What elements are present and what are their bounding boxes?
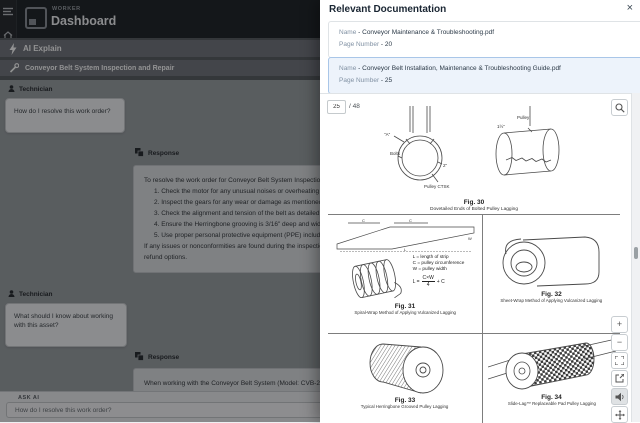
fig30-drawing: "A" Pulley 1½" Bolts 2" Pulley CTSK <box>354 106 594 198</box>
fig30-number: Fig. 30 <box>464 199 485 206</box>
open-external-button[interactable] <box>611 370 628 387</box>
document-1-page-line: Page Number - 20 <box>339 39 640 51</box>
fig31-label-c2: C <box>409 218 412 223</box>
fig31-panel: C C W L <box>328 214 483 333</box>
fig33-panel: Fig. 33 Typical Herringbone Grooved Pull… <box>328 333 483 423</box>
fig30-label-a: "A" <box>384 132 391 137</box>
doc-2-page-label: Page Number <box>339 77 379 84</box>
fig34-caption: Slide-Lag™ Replaceable Pad Pulley Laggin… <box>507 402 595 407</box>
fig33-drawing <box>357 338 453 396</box>
relevant-documentation-panel: Relevant Documentation × Name - Conveyor… <box>320 0 640 422</box>
speaker-icon <box>615 392 625 402</box>
fig31-label-l: L <box>404 247 407 252</box>
search-icon <box>615 103 625 113</box>
fig34-drawing <box>488 337 616 393</box>
fig33-34-row: Fig. 33 Typical Herringbone Grooved Pull… <box>328 333 620 423</box>
fig31-number: Fig. 31 <box>395 303 416 310</box>
fig31-formula-denominator: 4 <box>427 282 430 288</box>
fig31-formula-tail: + C <box>437 279 445 285</box>
page-total: / 48 <box>349 103 360 110</box>
pdf-viewer: "A" Pulley 1½" Bolts 2" Pulley CTSK Fig.… <box>320 93 640 423</box>
document-card-1[interactable]: Name - Conveyor Maintenance & Troublesho… <box>328 21 640 58</box>
plus-icon: + <box>617 320 622 329</box>
fig30-label-dim2: 2" <box>443 163 448 168</box>
fig31-label-w: W <box>468 236 472 241</box>
pan-button[interactable] <box>611 406 628 423</box>
fig32-caption: Sheet-Wrap Method of Applying Vulcanized… <box>501 299 603 304</box>
viewer-scroll-thumb[interactable] <box>634 247 638 259</box>
fig31-caption: Spiral-Wrap Method of Applying Vulcanize… <box>354 311 456 316</box>
document-2-name-line: Name - Conveyor Belt Installation, Maint… <box>339 63 640 75</box>
fig31-label-c1: C <box>362 218 365 223</box>
doc-1-page-value: - 20 <box>381 41 392 48</box>
external-link-icon <box>615 374 624 383</box>
document-2-page-line: Page Number - 25 <box>339 75 640 87</box>
fig31-32-row: C C W L <box>328 214 620 334</box>
fullscreen-icon <box>615 356 624 365</box>
fig32-number: Fig. 32 <box>541 291 562 298</box>
doc-1-page-label: Page Number <box>339 41 379 48</box>
move-icon <box>615 410 625 420</box>
fig33-number: Fig. 33 <box>395 397 416 404</box>
fig30-label-bolts: Bolts <box>390 151 401 156</box>
fig32-drawing <box>497 230 607 290</box>
fig31-pulley-drawing <box>346 254 408 302</box>
doc-1-name-label: Name <box>339 29 356 36</box>
fig30-panel: "A" Pulley 1½" Bolts 2" Pulley CTSK Fig.… <box>328 94 620 215</box>
read-aloud-button[interactable] <box>611 388 628 405</box>
viewer-scrollbar[interactable] <box>631 93 640 422</box>
fig30-label-ctsk: Pulley CTSK <box>424 184 450 189</box>
doc-2-name-value: - Conveyor Belt Installation, Maintenanc… <box>358 65 561 72</box>
doc-2-page-value: - 25 <box>381 77 392 84</box>
pdf-page: "A" Pulley 1½" Bolts 2" Pulley CTSK Fig.… <box>328 94 620 423</box>
fig30-caption: Dovetailed Ends of Bolted Pulley Lagging <box>430 207 518 212</box>
fig34-number: Fig. 34 <box>541 394 562 401</box>
fig31-legend-block: L = length of strip C = pulley circumfer… <box>413 254 465 288</box>
page-number-input[interactable] <box>327 100 346 114</box>
fit-to-page-button[interactable] <box>611 352 628 369</box>
fig31-legend-3: W = pulley width <box>413 266 465 272</box>
fig31-formula: L = C×W4 + C <box>413 275 465 288</box>
zoom-in-button[interactable]: + <box>611 316 628 333</box>
fig32-panel: Fig. 32 Sheet-Wrap Method of Applying Vu… <box>483 214 620 333</box>
fig31-formula-numerator: C×W <box>422 275 435 282</box>
document-1-name-line: Name - Conveyor Maintenance & Troublesho… <box>339 27 640 39</box>
fig34-panel: Fig. 34 Slide-Lag™ Replaceable Pad Pulle… <box>483 333 620 423</box>
modal-title: Relevant Documentation <box>329 4 446 15</box>
zoom-out-button[interactable]: − <box>611 334 628 351</box>
fig31-formula-lhs: L = <box>413 279 420 285</box>
document-card-2-selected[interactable]: Name - Conveyor Belt Installation, Maint… <box>328 57 640 94</box>
fig30-label-pulley: Pulley <box>517 115 530 120</box>
doc-1-name-value: - Conveyor Maintenance & Troubleshooting… <box>358 29 494 36</box>
minus-icon: − <box>617 338 622 347</box>
fig31-strip-drawing: C C W L <box>332 218 478 252</box>
doc-2-name-label: Name <box>339 65 356 72</box>
fig30-label-dim: 1½" <box>497 123 505 129</box>
fig31-body: L = length of strip C = pulley circumfer… <box>346 254 465 302</box>
fig33-caption: Typical Herringbone Grooved Pulley Laggi… <box>361 405 449 410</box>
search-button[interactable] <box>611 99 628 116</box>
close-icon[interactable]: × <box>627 2 633 14</box>
